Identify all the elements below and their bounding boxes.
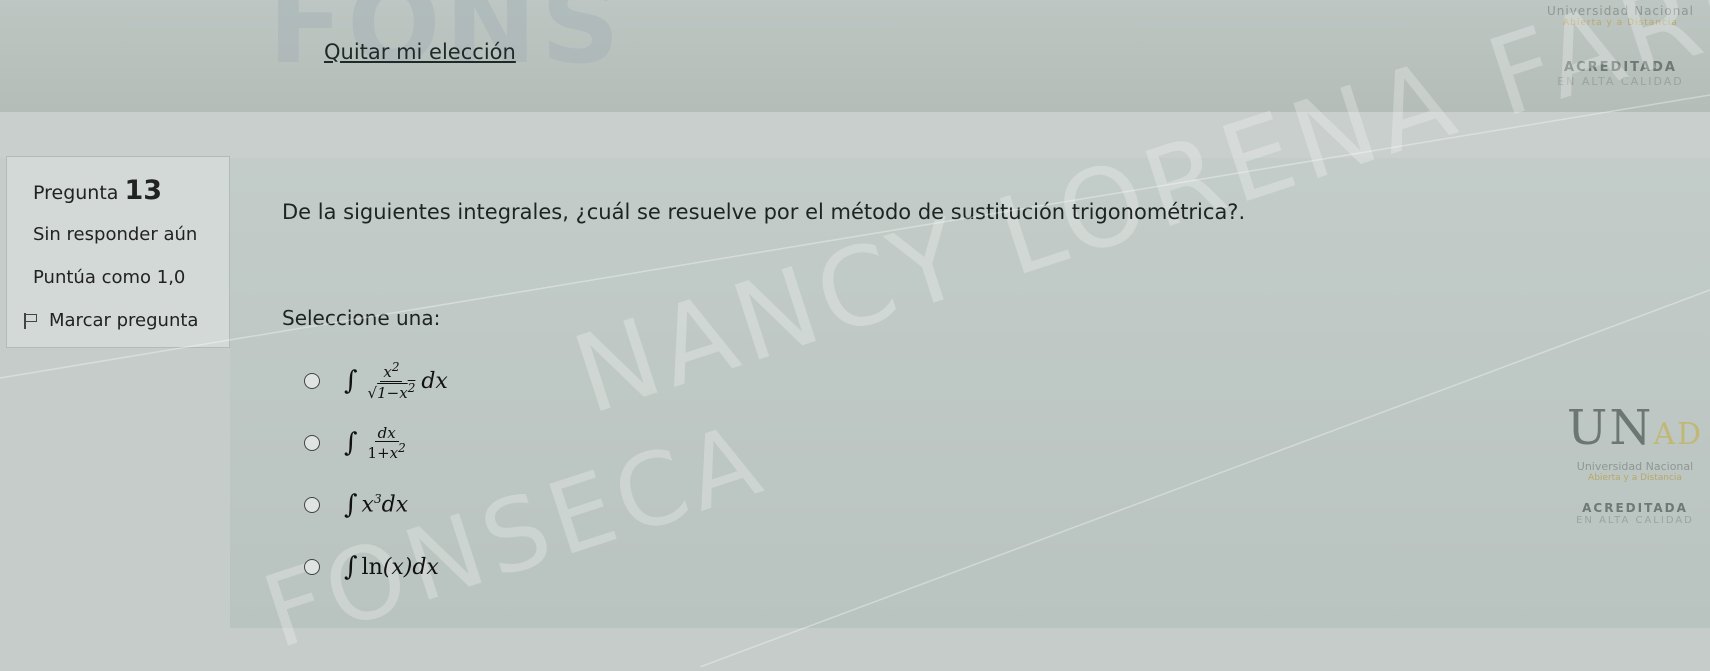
- answer-options: ∫ x2 √1−x2 dx ∫ dx 1+x2 ∫ x3dx ∫ ln(x)dx: [304, 350, 448, 598]
- accreditation-label: ACREDITADA: [1582, 501, 1688, 515]
- radio-button[interactable]: [304, 435, 320, 451]
- option-formula: ∫ x2 √1−x2 dx: [344, 360, 448, 402]
- question-info-panel: Pregunta 13 Sin responder aún Puntúa como…: [6, 156, 230, 348]
- quality-label: EN ALTA CALIDAD: [1557, 75, 1684, 88]
- separator-band: [0, 112, 1710, 158]
- question-text: De la siguientes integrales, ¿cuál se re…: [282, 200, 1246, 224]
- question-content-panel: [230, 158, 1710, 628]
- unad-logo-mark: UNAD: [1566, 400, 1704, 456]
- unad-logo: UNAD Universidad Nacional Abierta y a Di…: [1560, 400, 1710, 526]
- question-grade: Puntúa como 1,0: [33, 267, 186, 288]
- question-state: Sin responder aún: [33, 224, 198, 245]
- university-tagline: Abierta y a Distancia: [1563, 18, 1678, 28]
- answer-option[interactable]: ∫ x3dx: [304, 474, 448, 536]
- unad-logo-top: Universidad Nacional Abierta y a Distanc…: [1547, 4, 1694, 88]
- accreditation-label: ACREDITADA: [1564, 60, 1677, 75]
- question-label: Pregunta: [33, 182, 119, 204]
- university-name: Universidad Nacional: [1546, 4, 1694, 18]
- radio-button[interactable]: [304, 497, 320, 513]
- clear-choice-link[interactable]: Quitar mi elección: [324, 40, 516, 64]
- option-formula: ∫ ln(x)dx: [344, 552, 439, 582]
- flag-icon: [23, 312, 37, 329]
- university-name: Universidad Nacional: [1576, 460, 1694, 473]
- radio-button[interactable]: [304, 559, 320, 575]
- question-number: 13: [124, 175, 163, 206]
- flag-question-button[interactable]: Marcar pregunta: [23, 310, 229, 331]
- answer-option[interactable]: ∫ ln(x)dx: [304, 536, 448, 598]
- flag-question-label: Marcar pregunta: [49, 310, 199, 331]
- answer-prompt: Seleccione una:: [282, 306, 441, 330]
- answer-option[interactable]: ∫ x2 √1−x2 dx: [304, 350, 448, 412]
- quality-label: EN ALTA CALIDAD: [1576, 515, 1694, 526]
- radio-button[interactable]: [304, 373, 320, 389]
- option-formula: ∫ dx 1+x2: [344, 423, 406, 462]
- university-tagline: Abierta y a Distancia: [1588, 473, 1682, 483]
- option-formula: ∫ x3dx: [344, 490, 409, 520]
- answer-option[interactable]: ∫ dx 1+x2: [304, 412, 448, 474]
- previous-question-footer: FONS Quitar mi elección Universidad Naci…: [0, 0, 1710, 113]
